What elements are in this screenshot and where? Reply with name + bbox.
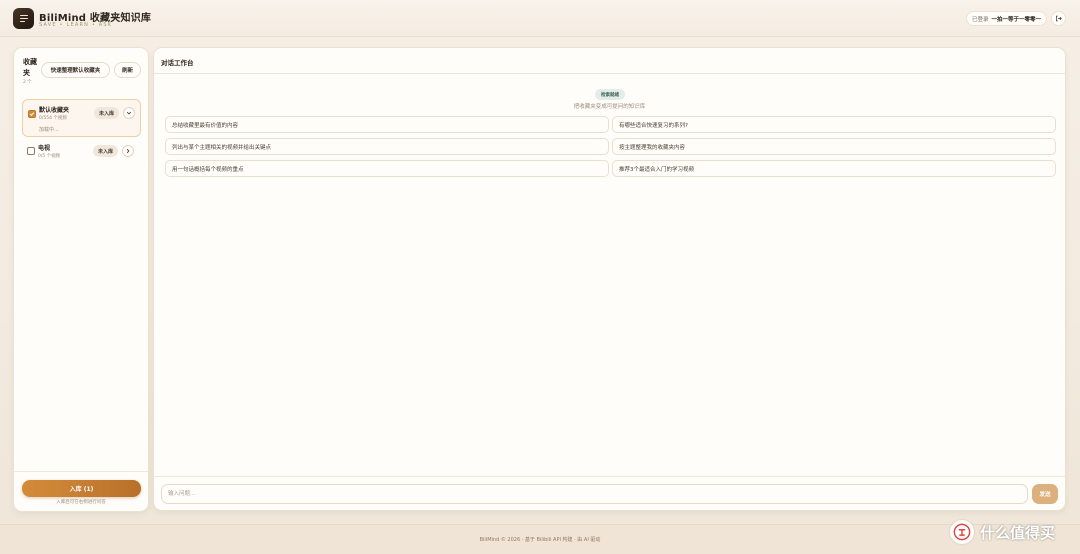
import-button[interactable]: 入库 (1): [22, 480, 141, 497]
chat-workspace: 对话工作台 检索就绪 把收藏夹变成可提问的知识库 总结收藏里最有价值的内容 有哪…: [153, 47, 1066, 511]
folder-open-button[interactable]: [122, 145, 134, 157]
folder-checkbox[interactable]: [28, 110, 36, 118]
folder-item-tv[interactable]: 电视 0/5 个视频 未入库: [22, 141, 141, 165]
folder-import-status[interactable]: 未入库: [93, 145, 118, 157]
page-footer: BiliMind © 2026 · 基于 Bilibili API 构建 · 由…: [0, 524, 1080, 554]
folder-import-status[interactable]: 未入库: [94, 107, 119, 119]
chat-header: 对话工作台: [154, 48, 1065, 74]
folder-loading-status: 加载中...: [39, 127, 59, 133]
import-hint: 入库后可在右侧进行问答: [56, 500, 106, 505]
suggestion-chip[interactable]: 用一句话概括每个视频的重点: [165, 160, 609, 177]
sidebar-title: 收藏夹: [23, 58, 37, 77]
favorites-sidebar: 收藏夹 2 个 快速整理默认收藏夹 刷新 默认收藏夹 0/554 个视频 加载中…: [13, 47, 149, 512]
watermark-text: 什么值得买: [980, 523, 1056, 542]
chat-hint: 把收藏夹变成可提问的知识库: [573, 104, 646, 110]
footer-text: BiliMind © 2026 · 基于 Bilibili API 构建 · 由…: [479, 537, 601, 543]
folder-video-count: 0/554 个视频: [39, 116, 67, 121]
folder-item-default[interactable]: 默认收藏夹 0/554 个视频 加载中... 未入库: [22, 99, 141, 137]
suggestion-chip[interactable]: 推荐3个最适合入门的学习视频: [612, 160, 1056, 177]
folder-checkbox[interactable]: [27, 147, 35, 155]
user-status-pill[interactable]: 已登录 一拍一等于一零零一: [966, 11, 1047, 26]
folder-expand-button[interactable]: [123, 107, 135, 119]
suggestion-chip[interactable]: 列出与某个主题相关的视频并给出关键点: [165, 138, 609, 155]
question-input[interactable]: [161, 484, 1028, 504]
suggestion-chip[interactable]: 总结收藏里最有价值的内容: [165, 116, 609, 133]
folder-video-count: 0/5 个视频: [38, 154, 61, 159]
watermark: 什么值得买: [950, 519, 1055, 545]
folder-name: 电视: [38, 145, 51, 152]
app-subtitle: SAVE • LEARN • ASK: [39, 22, 113, 28]
quick-organize-button[interactable]: 快速整理默认收藏夹: [41, 62, 110, 78]
watermark-icon: [953, 523, 971, 541]
send-button[interactable]: 发送: [1032, 484, 1058, 504]
status-badge: 检索就绪: [595, 89, 625, 100]
chevron-right-icon: [126, 148, 130, 154]
logout-icon: [1056, 15, 1062, 22]
login-status-label: 已登录: [972, 16, 989, 23]
chevron-down-icon: [126, 111, 132, 115]
username: 一拍一等于一零零一: [991, 16, 1042, 23]
suggestion-chip[interactable]: 按主题整理我的收藏夹内容: [612, 138, 1056, 155]
logout-button[interactable]: [1051, 11, 1066, 26]
app-header: BiliMind 收藏夹知识库 SAVE • LEARN • ASK 已登录 一…: [0, 0, 1080, 37]
check-icon: [29, 112, 35, 117]
menu-icon: [19, 14, 28, 23]
chat-title: 对话工作台: [161, 59, 194, 67]
watermark-logo: [950, 520, 974, 544]
chat-divider: [154, 476, 1065, 477]
folder-name: 默认收藏夹: [39, 107, 70, 114]
suggestion-chip[interactable]: 有哪些适合快速复习的系列?: [612, 116, 1056, 133]
app-logo[interactable]: [13, 8, 34, 29]
refresh-button[interactable]: 刷新: [114, 62, 141, 78]
folder-count: 2 个: [23, 80, 32, 85]
sidebar-divider: [14, 471, 148, 472]
